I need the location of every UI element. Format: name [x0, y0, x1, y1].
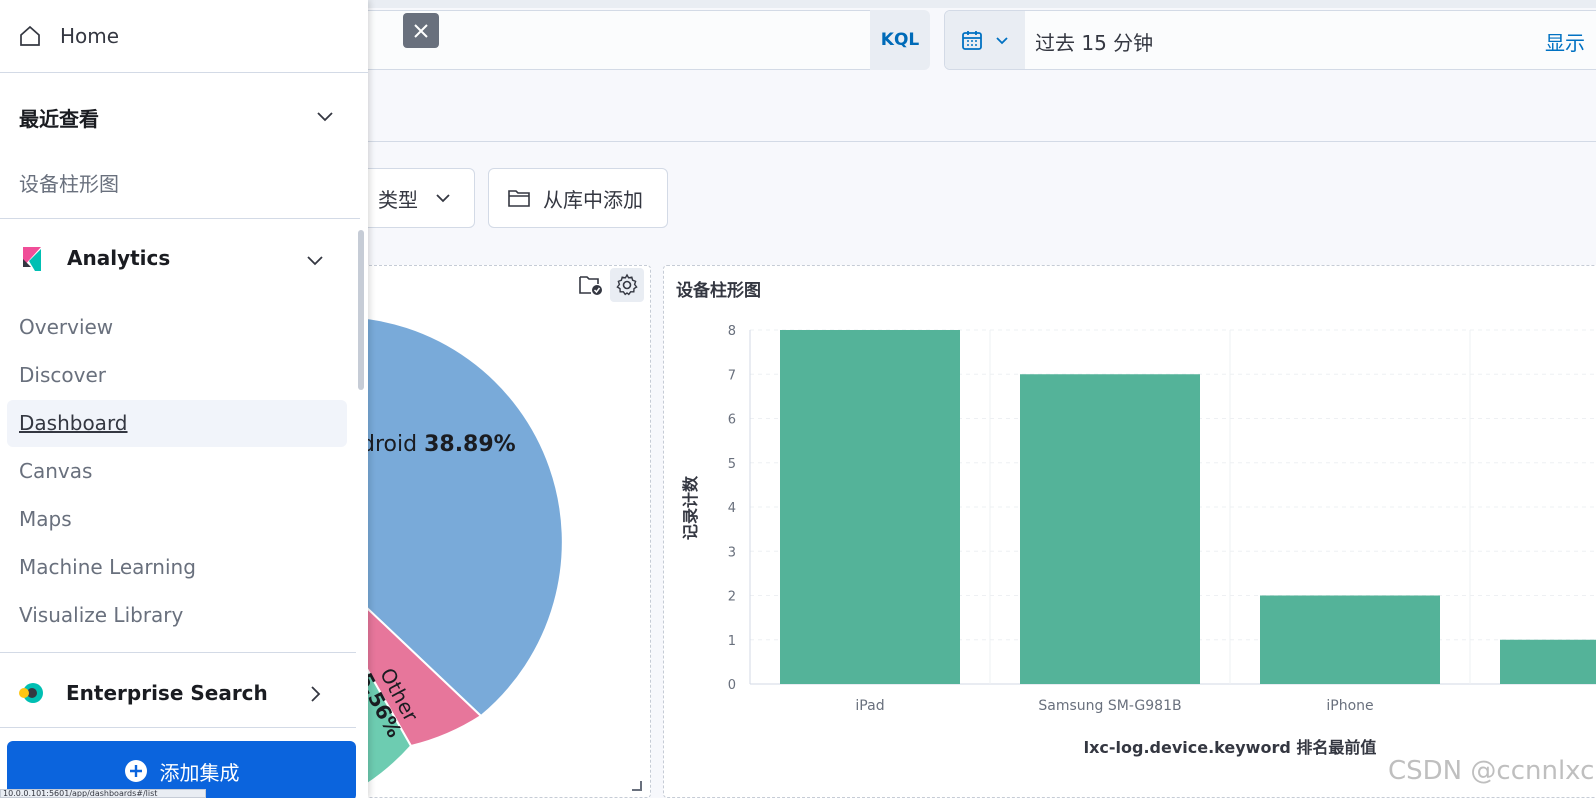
add-integration-label: 添加集成: [159, 760, 240, 785]
chevron-down-icon: [996, 37, 1008, 45]
folder-check-icon[interactable]: [578, 273, 604, 297]
bar-samsung-sm-g981b[interactable]: [1020, 374, 1200, 684]
enterprise-search-logo-icon: [19, 683, 43, 703]
x-tick-label: Samsung SM-G981B: [1038, 698, 1181, 714]
show-dates-link[interactable]: 显示: [1545, 27, 1585, 56]
type-label: 类型: [378, 187, 418, 212]
nav-divider: [0, 218, 360, 219]
calendar-icon: [962, 31, 982, 50]
analytics-group-title: Analytics: [67, 246, 171, 270]
plus-circle-icon: [124, 760, 147, 782]
y-tick-label: 6: [728, 413, 736, 428]
close-icon: [414, 23, 428, 38]
kql-button[interactable]: KQL: [870, 10, 930, 70]
query-input[interactable]: [360, 10, 916, 70]
pie-panel-actions: [578, 268, 644, 302]
gear-icon: [616, 273, 638, 296]
date-range-text[interactable]: 过去 15 分钟: [1035, 27, 1153, 56]
x-tick-label: iPhone: [1326, 698, 1373, 714]
y-tick-label: 1: [728, 634, 736, 649]
kql-label: KQL: [880, 30, 920, 50]
nav-item-discover[interactable]: Discover: [19, 363, 106, 387]
home-icon: [20, 25, 40, 46]
add-from-library-button[interactable]: 从库中添加: [488, 168, 668, 228]
y-tick-label: 0: [728, 678, 736, 693]
y-axis-title: 记录计数: [681, 475, 700, 540]
quick-select-button[interactable]: [945, 11, 1025, 69]
bar-item-3[interactable]: [1500, 639, 1596, 684]
resize-handle[interactable]: [632, 781, 642, 791]
bar-ipad[interactable]: [780, 330, 960, 684]
nav-item-dashboard[interactable]: Dashboard: [19, 411, 128, 435]
y-tick-label: 8: [728, 324, 736, 339]
enterprise-search-group-header[interactable]: Enterprise Search: [18, 680, 268, 706]
y-tick-label: 5: [728, 457, 736, 472]
x-tick-label: iPad: [855, 698, 884, 714]
side-navigation: Home 最近查看 设备柱形图 Analytics Overview Disco…: [0, 0, 368, 798]
panel-options-button[interactable]: [610, 268, 644, 302]
x-axis-title: lxc-log.device.keyword 排名最前值: [1084, 738, 1377, 757]
nav-item-canvas[interactable]: Canvas: [19, 459, 92, 483]
folder-icon: [508, 190, 530, 207]
add-from-library-label: 从库中添加: [543, 187, 643, 212]
analytics-group-header[interactable]: Analytics: [19, 245, 170, 271]
bar-chart: 0 1 2 3 4 5 6 7 8 iPad Samsung SM-G981B iPhone 记录计数 l…: [681, 324, 1596, 757]
nav-divider: [0, 652, 356, 653]
y-tick-label: 4: [728, 501, 736, 516]
clear-query-button[interactable]: [403, 13, 439, 48]
nav-item-maps[interactable]: Maps: [19, 507, 72, 531]
pie-label-android-value: 38.89%: [424, 432, 516, 457]
nav-item-visualize-library[interactable]: Visualize Library: [19, 603, 183, 627]
pie-label-android: droid 38.89%: [361, 432, 516, 457]
chevron-down-icon[interactable]: [315, 106, 335, 126]
bar-iphone[interactable]: [1260, 595, 1440, 685]
chevron-down-icon[interactable]: [305, 250, 325, 270]
nav-item-machine-learning[interactable]: Machine Learning: [19, 555, 196, 579]
nav-item-overview[interactable]: Overview: [19, 315, 113, 339]
pie-panel: droid 38.89% Other 5.56%: [340, 265, 651, 798]
watermark: CSDN @ccnnlxc: [1388, 756, 1595, 786]
chevron-down-icon: [436, 194, 450, 203]
recent-group-title[interactable]: 最近查看: [19, 103, 99, 132]
nav-home-label: Home: [60, 24, 120, 48]
pie-label-android-name: droid: [361, 432, 417, 457]
pie-chart: droid 38.89% Other 5.56%: [341, 314, 564, 797]
enterprise-search-group-title: Enterprise Search: [66, 681, 268, 705]
y-tick-label: 7: [728, 368, 736, 383]
status-bar-url: 10.0.0.101:5601/app/dashboards#/list: [0, 789, 206, 798]
nav-scrollbar[interactable]: [358, 230, 364, 390]
date-picker[interactable]: 过去 15 分钟 显示: [944, 10, 1596, 70]
bar-panel: 设备柱形图 0 1 2 3 4 5 6 7 8 iPad Samsung SM-G981B iPhon…: [663, 265, 1596, 798]
y-tick-label: 3: [728, 545, 736, 560]
nav-home[interactable]: Home: [0, 0, 368, 73]
y-tick-label: 2: [728, 590, 736, 605]
nav-divider: [0, 727, 356, 728]
chevron-right-icon[interactable]: [305, 684, 325, 704]
recent-item[interactable]: 设备柱形图: [19, 168, 119, 197]
kibana-logo-icon: [23, 247, 41, 271]
